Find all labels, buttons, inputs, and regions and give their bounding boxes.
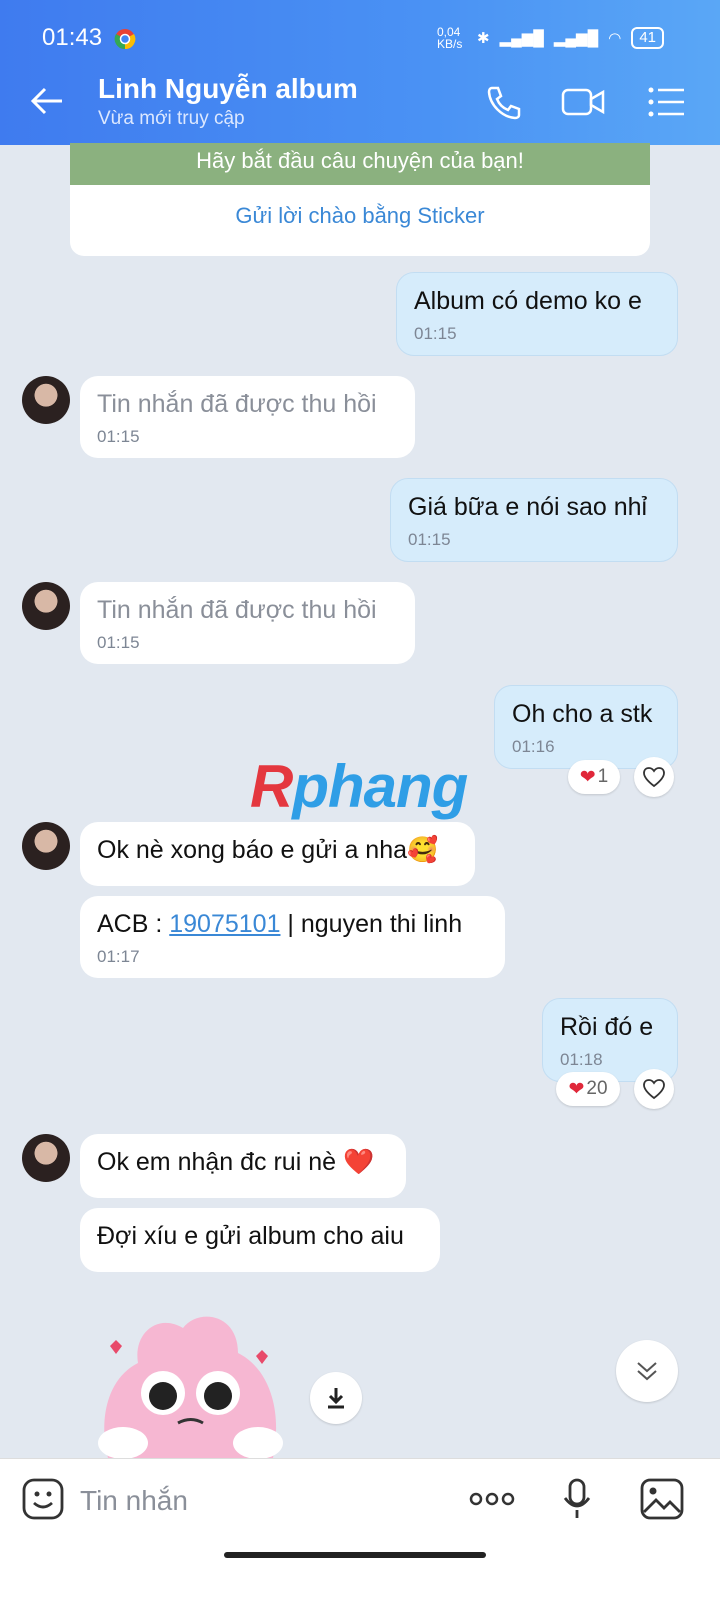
status-icons: 0,04 KB/s ✱ ▂▄▆█ ▂▄▆█ ◠ 41 (437, 26, 664, 50)
reaction-count-badge[interactable]: ❤ 1 (568, 760, 620, 794)
intro-banner: Hãy bắt đầu câu chuyện của bạn! (70, 143, 650, 185)
battery-indicator: 41 (631, 27, 664, 49)
message-bubble-outgoing[interactable]: Album có demo ko e 01:15 (396, 272, 678, 356)
composer-bar (0, 1458, 720, 1601)
message-text: Giá bữa e nói sao nhỉ (408, 493, 648, 521)
chat-title[interactable]: Linh Nguyễn album (98, 73, 358, 105)
contact-avatar[interactable] (22, 582, 70, 630)
chrome-icon (114, 29, 136, 50)
more-options-icon[interactable] (468, 1490, 516, 1508)
double-chevron-down-icon (637, 1362, 657, 1381)
send-sticker-greeting-link[interactable]: Gửi lời chào bằng Sticker (70, 203, 650, 229)
emoji-sticker-icon[interactable] (22, 1478, 64, 1520)
bluetooth-icon: ✱ (476, 30, 490, 47)
message-time: 01:15 (408, 530, 451, 549)
contact-avatar[interactable] (22, 376, 70, 424)
message-text: ACB : 19075101 | nguyen thi linh (97, 910, 463, 938)
download-icon (328, 1388, 344, 1409)
chat-subtitle: Vừa mới truy cập (98, 108, 245, 129)
video-call-icon[interactable] (560, 82, 606, 122)
reaction-count-badge[interactable]: ❤ 20 (556, 1072, 620, 1106)
message-time: 01:15 (414, 324, 457, 343)
message-bubble-incoming[interactable]: Đợi xíu e gửi album cho aiu (80, 1208, 440, 1272)
signal-icon-2: ▂▄▆█ (553, 30, 599, 47)
message-bubble-outgoing[interactable]: Giá bữa e nói sao nhỉ 01:15 (390, 478, 678, 562)
message-time: 01:17 (97, 947, 140, 966)
message-bubble-recalled[interactable]: Tin nhắn đã được thu hồi 01:15 (80, 582, 415, 664)
message-text: Ok em nhận đc rui nè ❤️ (97, 1148, 375, 1176)
react-heart-button[interactable] (634, 757, 674, 797)
message-text: Ok nè xong báo e gửi a nha🥰 (97, 836, 439, 864)
microphone-icon[interactable] (562, 1478, 592, 1520)
message-bubble-incoming[interactable]: Ok nè xong báo e gửi a nha🥰 (80, 822, 475, 886)
message-bubble-incoming[interactable]: ACB : 19075101 | nguyen thi linh 01:17 (80, 896, 505, 978)
status-time: 01:43 (42, 24, 103, 51)
message-bubble-recalled[interactable]: Tin nhắn đã được thu hồi 01:15 (80, 376, 415, 458)
contact-avatar[interactable] (22, 822, 70, 870)
back-arrow-icon[interactable] (30, 86, 64, 116)
download-sticker-button[interactable] (310, 1372, 362, 1424)
signal-icon: ▂▄▆█ (499, 30, 544, 47)
image-gallery-icon[interactable] (640, 1478, 684, 1520)
heart-outline-icon (643, 767, 665, 788)
reaction-count: 1 (597, 766, 609, 787)
heart-icon: ❤ (579, 766, 596, 788)
message-text: Album có demo ko e (414, 287, 642, 315)
wifi-icon: ◠ (608, 30, 622, 47)
message-time: 01:15 (97, 633, 140, 652)
bunny-sticker[interactable] (88, 1308, 288, 1458)
account-number-link[interactable]: 19075101 (169, 910, 280, 938)
message-text: Đợi xíu e gửi album cho aiu (97, 1222, 404, 1250)
message-text: Tin nhắn đã được thu hồi (97, 390, 377, 418)
message-bubble-incoming[interactable]: Ok em nhận đc rui nè ❤️ (80, 1134, 406, 1198)
heart-outline-icon (643, 1079, 665, 1100)
message-time: 01:18 (560, 1050, 603, 1069)
contact-avatar[interactable] (22, 1134, 70, 1182)
message-input[interactable]: Tin nhắn (80, 1485, 188, 1517)
menu-list-icon[interactable] (646, 82, 686, 122)
react-heart-button[interactable] (634, 1069, 674, 1109)
watermark-logo: Rphang (250, 753, 468, 820)
scroll-to-bottom-button[interactable] (616, 1340, 678, 1402)
message-text: Tin nhắn đã được thu hồi (97, 596, 377, 624)
home-indicator[interactable] (224, 1552, 486, 1558)
phone-icon[interactable] (484, 82, 524, 122)
chat-header: 01:43 0,04 KB/s ✱ ▂▄▆█ ▂▄▆█ ◠ 41 Linh Ng… (0, 0, 720, 145)
intro-card: Hãy bắt đầu câu chuyện của bạn! Gửi lời … (70, 143, 650, 256)
message-time: 01:15 (97, 427, 140, 446)
message-text: Oh cho a stk (512, 700, 653, 728)
message-time: 01:16 (512, 737, 555, 756)
heart-icon: ❤ (568, 1078, 585, 1100)
message-text: Rồi đó e (560, 1013, 654, 1041)
net-speed: 0,04 KB/s (436, 25, 463, 51)
reaction-count: 20 (586, 1078, 608, 1099)
